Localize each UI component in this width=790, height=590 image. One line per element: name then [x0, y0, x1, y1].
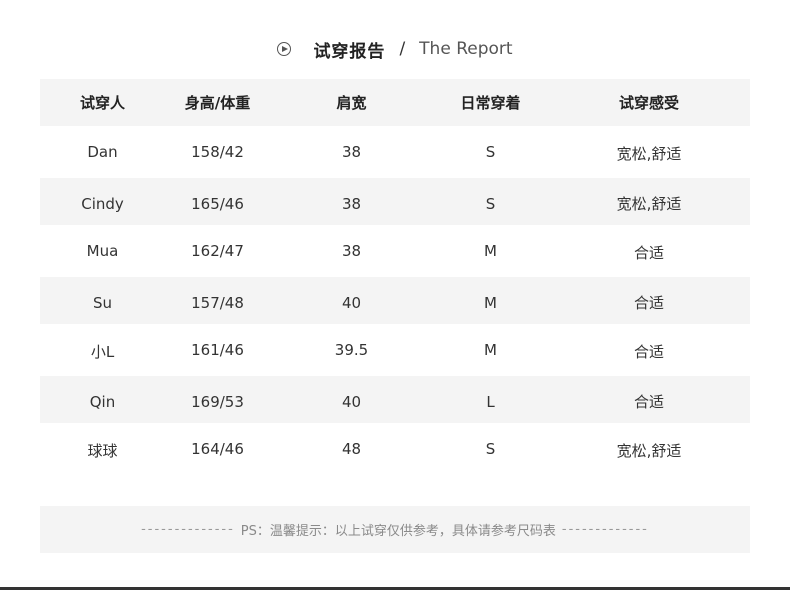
cell-shoulder: 40 — [341, 293, 362, 312]
cell-tester: 小L — [90, 343, 115, 361]
cell-daily-size: L — [486, 392, 495, 411]
cell-height-weight: 158/42 — [191, 143, 244, 161]
cell-feeling: 合适 — [633, 294, 664, 312]
cell-shoulder: 38 — [341, 143, 362, 161]
cell-tester: Su — [92, 293, 113, 312]
cell-feeling: 合适 — [633, 244, 664, 262]
table-row: 球球 164/46 48 S 宽松,舒适 — [40, 423, 750, 475]
title-chinese: 试穿报告 — [313, 41, 386, 62]
cell-feeling: 宽松,舒适 — [616, 195, 682, 213]
table-row: Qin 169/53 40 L 合适 — [40, 376, 750, 423]
table-row: Cindy 165/46 38 S 宽松,舒适 — [40, 178, 750, 225]
header-daily-size: 日常穿着 — [460, 94, 521, 112]
report-title: 试穿报告 / The Report — [0, 36, 790, 62]
ps-text: PS：温馨提示：以上试穿仅供参考，具体请参考尺码表 — [240, 524, 556, 539]
cell-daily-size: S — [485, 143, 496, 161]
cell-feeling: 合适 — [633, 393, 664, 411]
cell-height-weight: 157/48 — [191, 293, 244, 312]
ps-dashes-left: -------------- — [141, 522, 235, 537]
cell-shoulder: 40 — [341, 392, 362, 411]
title-separator: / — [399, 39, 406, 59]
cell-daily-size: M — [484, 242, 497, 260]
table-row: 小L 161/46 39.5 M 合适 — [40, 324, 750, 376]
cell-height-weight: 162/47 — [191, 242, 244, 260]
cell-tester: Mua — [86, 242, 119, 260]
cell-shoulder: 38 — [341, 194, 362, 213]
table-row: Mua 162/47 38 M 合适 — [40, 225, 750, 277]
cell-tester: Dan — [87, 143, 118, 161]
header-feeling: 试穿感受 — [618, 94, 679, 112]
table-row: Dan 158/42 38 S 宽松,舒适 — [40, 126, 750, 178]
cell-tester: Qin — [89, 392, 116, 411]
cell-feeling: 宽松,舒适 — [616, 145, 682, 163]
cell-feeling: 宽松,舒适 — [616, 442, 682, 460]
cell-daily-size: S — [485, 440, 496, 458]
ps-dashes-right: ------------- — [561, 522, 649, 537]
table-row: Su 157/48 40 M 合适 — [40, 277, 750, 324]
title-english: The Report — [419, 39, 513, 59]
play-circle-icon — [277, 42, 292, 56]
cell-shoulder: 48 — [341, 440, 362, 458]
cell-shoulder: 39.5 — [334, 341, 369, 359]
cell-height-weight: 165/46 — [191, 194, 244, 213]
cell-tester: Cindy — [81, 194, 124, 213]
header-tester: 试穿人 — [79, 94, 125, 112]
cell-daily-size: M — [484, 293, 497, 312]
table-header-row: 试穿人 身高/体重 肩宽 日常穿着 试穿感受 — [40, 79, 750, 126]
cell-height-weight: 164/46 — [191, 440, 244, 458]
cell-tester: 球球 — [87, 442, 118, 460]
fitting-report-table: 试穿人 身高/体重 肩宽 日常穿着 试穿感受 Dan 158/42 38 S 宽… — [40, 79, 750, 475]
cell-height-weight: 169/53 — [191, 392, 244, 411]
header-shoulder: 肩宽 — [336, 94, 367, 112]
cell-feeling: 合适 — [633, 343, 664, 361]
header-height-weight: 身高/体重 — [184, 94, 251, 112]
cell-height-weight: 161/46 — [191, 341, 244, 359]
cell-daily-size: M — [484, 341, 497, 359]
cell-shoulder: 38 — [341, 242, 362, 260]
cell-daily-size: S — [485, 194, 496, 213]
ps-note: -------------- PS：温馨提示：以上试穿仅供参考，具体请参考尺码表… — [40, 506, 750, 553]
